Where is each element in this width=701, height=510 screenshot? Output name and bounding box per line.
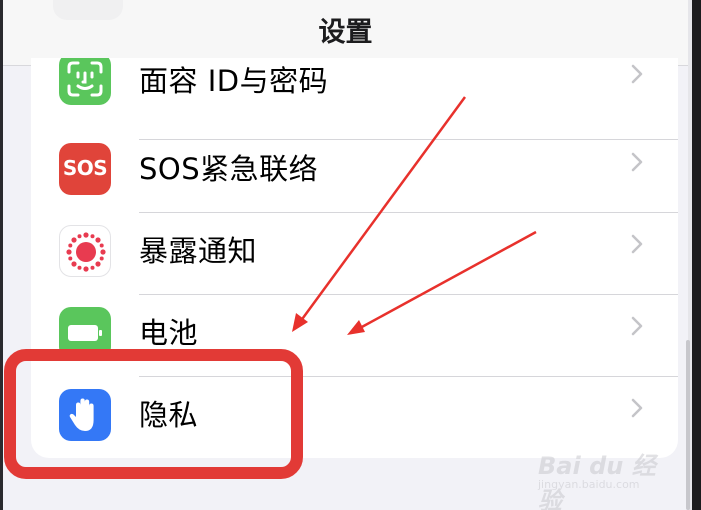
sos-icon-text: SOS [62, 156, 108, 180]
watermark: Bai du 经验 jingyan.baidu.com [538, 446, 668, 510]
left-edge [0, 0, 3, 510]
chevron-right-icon [631, 152, 643, 172]
watermark-url: jingyan.baidu.com [538, 478, 640, 491]
scrollbar-thumb[interactable] [686, 340, 690, 510]
right-edge [692, 0, 701, 510]
sos-icon: SOS [59, 143, 111, 195]
face-id-icon [59, 58, 111, 105]
chevron-right-icon [631, 234, 643, 254]
chevron-right-icon [631, 64, 643, 84]
settings-row-label: 电池 [139, 316, 199, 350]
settings-row-label: SOS紧急联络 [139, 152, 319, 186]
page-title: 设置 [318, 17, 373, 48]
settings-row-label: 面容 ID与密码 [139, 64, 329, 98]
settings-row-exposure-notifications[interactable]: 暴露通知 [31, 213, 678, 295]
settings-row-sos[interactable]: SOS SOS紧急联络 [31, 131, 678, 213]
settings-row-face-id[interactable]: 面容 ID与密码 [31, 58, 678, 140]
navigation-bar: 设置 [3, 0, 688, 66]
settings-row-label: 暴露通知 [139, 234, 258, 268]
annotation-highlight-box [4, 349, 303, 479]
chevron-right-icon [631, 316, 643, 336]
exposure-notification-icon [59, 225, 111, 277]
chevron-right-icon [631, 398, 643, 418]
